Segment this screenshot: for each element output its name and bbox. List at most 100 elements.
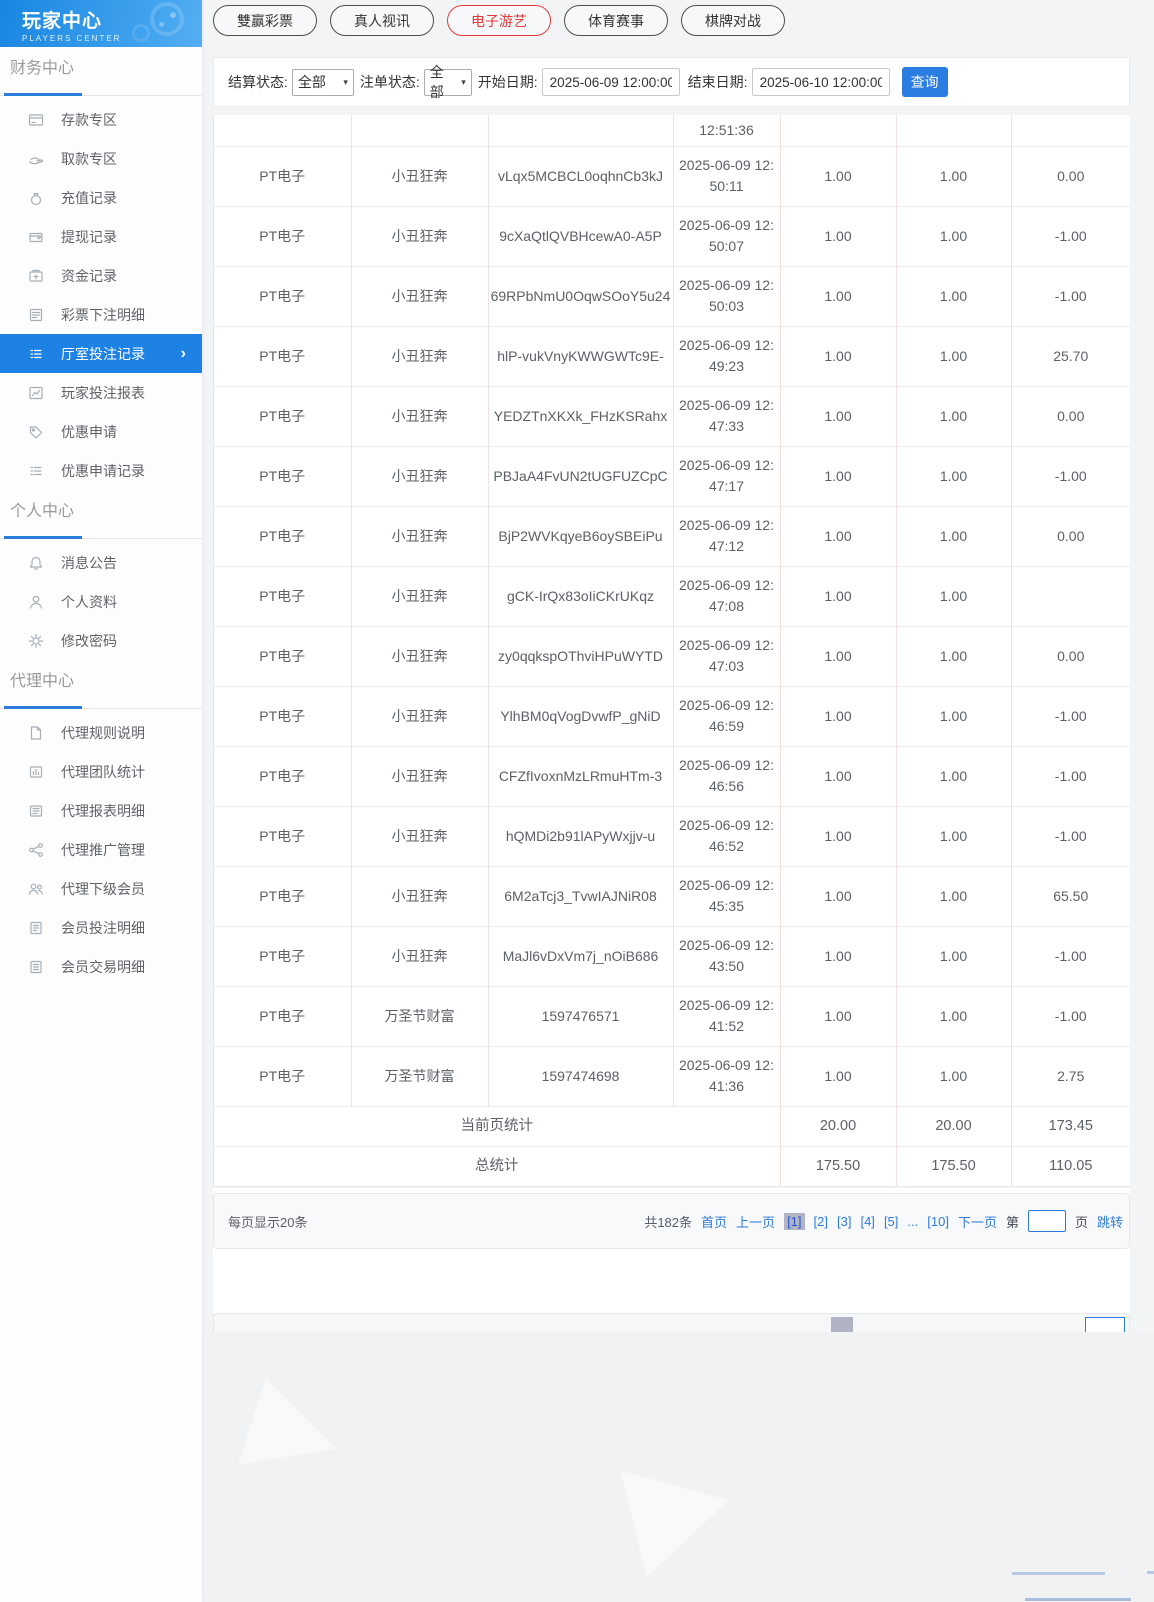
agent-report-detail-icon — [28, 803, 44, 819]
cell-valid-bet: 1.00 — [896, 806, 1011, 866]
cell-valid-bet: 1.00 — [896, 926, 1011, 986]
sidebar-item[interactable]: 修改密码 — [0, 621, 202, 660]
cell-time: 2025-06-09 12:43:50 — [673, 926, 780, 986]
gamepad-decor-icon — [150, 2, 184, 36]
pagination-bar-clipped — [213, 1313, 1130, 1332]
sidebar-item-label: 会员交易明细 — [61, 957, 145, 977]
sidebar-item[interactable]: 会员交易明细 — [0, 947, 202, 986]
order-status-select[interactable]: 全部 ▾ — [424, 69, 472, 96]
table-row: PT电子万圣节财富15974746982025-06-09 12:41:361.… — [214, 1046, 1130, 1106]
sidebar-item[interactable]: 充值记录 — [0, 178, 202, 217]
cell-game: 小丑狂奔 — [351, 266, 488, 326]
sidebar-item[interactable]: 玩家投注报表 — [0, 373, 202, 412]
cell-profit: 0.00 — [1011, 506, 1130, 566]
cell-game: 小丑狂奔 — [351, 926, 488, 986]
cell-game: 万圣节财富 — [351, 986, 488, 1046]
section-divider — [0, 708, 202, 709]
current-page-badge[interactable] — [831, 1317, 853, 1332]
sidebar-item-label: 个人资料 — [61, 592, 117, 612]
tab-真人视讯[interactable]: 真人视讯 — [330, 5, 434, 36]
sidebar-item-label: 优惠申请 — [61, 422, 117, 442]
cell-valid-bet: 1.00 — [896, 206, 1011, 266]
start-date-input[interactable] — [542, 68, 680, 96]
table-row: PT电子小丑狂奔69RPbNmU0OqwSOoY5u242025-06-09 1… — [214, 266, 1130, 326]
tab-体育赛事[interactable]: 体育赛事 — [564, 5, 668, 36]
cell-time: 2025-06-09 12:50:07 — [673, 206, 780, 266]
first-page-link[interactable]: 首页 — [701, 1212, 727, 1231]
cell-bet-amount: 1.00 — [780, 986, 896, 1046]
cell-profit: -1.00 — [1011, 746, 1130, 806]
search-button[interactable]: 查询 — [902, 67, 948, 97]
cell-platform: PT电子 — [214, 146, 351, 206]
cell-bet-amount: 1.00 — [780, 446, 896, 506]
table-row: PT电子小丑狂奔YEDZTnXKXk_FHzKSRahx2025-06-09 1… — [214, 386, 1130, 446]
sidebar-item[interactable]: 代理团队统计 — [0, 752, 202, 791]
jump-button[interactable]: 跳转 — [1097, 1212, 1123, 1231]
end-date-input[interactable] — [752, 68, 890, 96]
cell-valid-bet: 1.00 — [896, 566, 1011, 626]
sidebar-item[interactable]: 代理报表明细 — [0, 791, 202, 830]
cell-platform: PT电子 — [214, 866, 351, 926]
sidebar-item[interactable]: 个人资料 — [0, 582, 202, 621]
cell-platform: PT电子 — [214, 926, 351, 986]
sidebar-item[interactable]: 会员投注明细 — [0, 908, 202, 947]
sidebar-item[interactable]: 提现记录 — [0, 217, 202, 256]
page-link-current[interactable]: [1] — [784, 1213, 804, 1230]
settle-status-select[interactable]: 全部 ▾ — [292, 69, 354, 96]
next-page-link[interactable]: 下一页 — [958, 1212, 997, 1231]
tab-雙赢彩票[interactable]: 雙赢彩票 — [213, 5, 317, 36]
cell-order-id: YEDZTnXKXk_FHzKSRahx — [488, 386, 673, 446]
cell-game: 万圣节财富 — [351, 1046, 488, 1106]
withdrawal-record-icon — [28, 229, 44, 245]
tab-棋牌对战[interactable]: 棋牌对战 — [681, 5, 785, 36]
sidebar-item[interactable]: 代理规则说明 — [0, 713, 202, 752]
page-link[interactable]: [10] — [927, 1214, 949, 1229]
tab-电子游艺[interactable]: 电子游艺 — [447, 5, 551, 36]
cell-order-id: vLqx5MCBCL0oqhnCb3kJ — [488, 146, 673, 206]
cell-time: 2025-06-09 12:47:33 — [673, 386, 780, 446]
sidebar-item[interactable]: 代理下级会员 — [0, 869, 202, 908]
sidebar-item[interactable]: 厅室投注记录› — [0, 334, 202, 373]
cell-profit — [1011, 566, 1130, 626]
table-row: PT电子万圣节财富15974765712025-06-09 12:41:521.… — [214, 986, 1130, 1046]
cell-profit: 0.00 — [1011, 146, 1130, 206]
divider — [1147, 1571, 1154, 1574]
table-row: PT电子小丑狂奔zy0qqkspOThviHPuWYTD2025-06-09 1… — [214, 626, 1130, 686]
sidebar-item[interactable]: 存款专区 — [0, 100, 202, 139]
sidebar-item[interactable]: 取款专区 — [0, 139, 202, 178]
page-link[interactable]: [4] — [860, 1214, 874, 1229]
sidebar-item-label: 代理下级会员 — [61, 879, 145, 899]
cell-order-id: 69RPbNmU0OqwSOoY5u24 — [488, 266, 673, 326]
cell-profit: 0.00 — [1011, 626, 1130, 686]
sidebar-item[interactable]: 优惠申请 — [0, 412, 202, 451]
sidebar-item[interactable]: 彩票下注明细 — [0, 295, 202, 334]
sidebar-item[interactable]: 优惠申请记录 — [0, 451, 202, 490]
sidebar-item[interactable]: 消息公告 — [0, 543, 202, 582]
page-link[interactable]: [2] — [814, 1214, 828, 1229]
total-stats-label: 总统计 — [214, 1146, 780, 1186]
cell — [1011, 115, 1130, 146]
sidebar-item[interactable]: 代理推广管理 — [0, 830, 202, 869]
section-title: 个人中心 — [0, 500, 202, 524]
cell-bet-amount: 1.00 — [780, 746, 896, 806]
lottery-bet-detail-icon — [28, 307, 44, 323]
page-link[interactable]: [3] — [837, 1214, 851, 1229]
cell-profit: 0.00 — [1011, 386, 1130, 446]
cell-time: 2025-06-09 12:50:11 — [673, 146, 780, 206]
page-link[interactable]: [5] — [884, 1214, 898, 1229]
sidebar-item[interactable]: 资金记录 — [0, 256, 202, 295]
cell-bet-amount: 1.00 — [780, 1046, 896, 1106]
sidebar-item-label: 代理推广管理 — [61, 840, 145, 860]
table-row: PT电子小丑狂奔vLqx5MCBCL0oqhnCb3kJ2025-06-09 1… — [214, 146, 1130, 206]
cell-order-id: BjP2WVKqyeB6oySBEiPu — [488, 506, 673, 566]
cell-valid-bet: 1.00 — [896, 626, 1011, 686]
chevron-right-icon: › — [181, 346, 186, 362]
jump-page-input[interactable] — [1028, 1210, 1066, 1232]
settle-status-value: 全部 — [298, 72, 326, 92]
total-stats-valid-bet: 175.50 — [896, 1146, 1011, 1186]
cell-valid-bet: 1.00 — [896, 986, 1011, 1046]
prev-page-link[interactable]: 上一页 — [736, 1212, 775, 1231]
table-row: PT电子小丑狂奔hlP-vukVnyKWWGWTc9E-2025-06-09 1… — [214, 326, 1130, 386]
jump-page-input[interactable] — [1085, 1317, 1125, 1332]
hall-bet-record-icon — [28, 346, 44, 362]
